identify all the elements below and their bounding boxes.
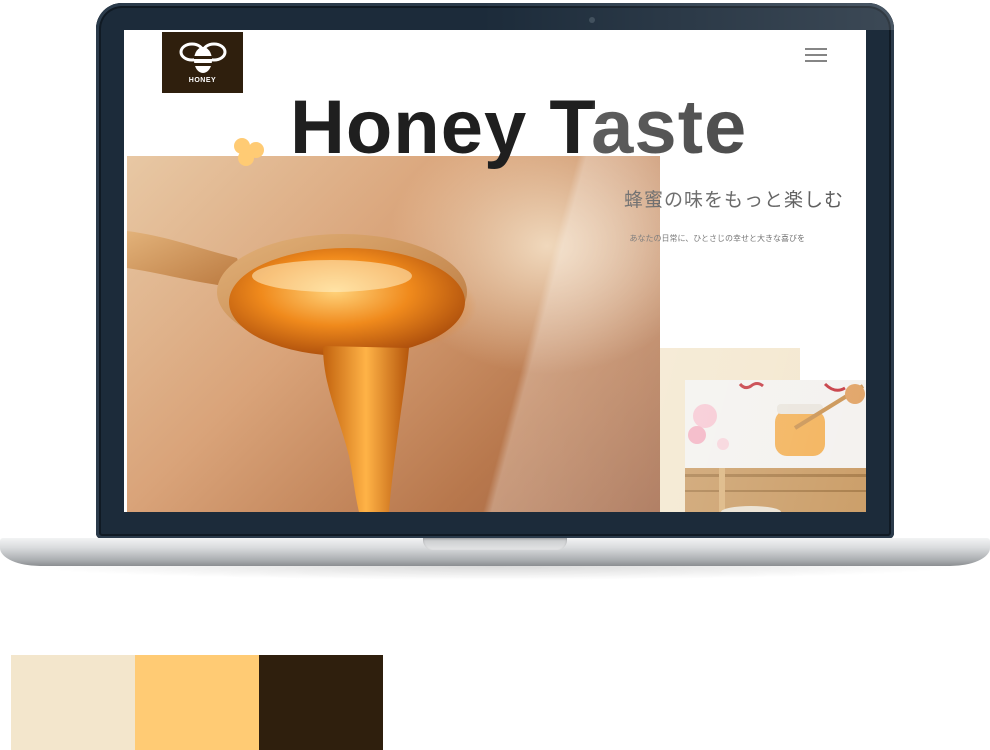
laptop-shadow xyxy=(20,566,970,580)
hamburger-line xyxy=(805,60,827,62)
color-palette xyxy=(11,655,383,750)
hamburger-line xyxy=(805,54,827,56)
honey-jar-icon xyxy=(685,380,866,512)
hero-title: Honey Taste xyxy=(290,85,748,170)
mockup-stage: HONEY Honey Taste 蜂蜜の味をもっと楽しむ あなたの日常に、ひと… xyxy=(0,0,990,750)
hero-subtitle: 蜂蜜の味をもっと楽しむ xyxy=(623,189,844,211)
logo-text: HONEY xyxy=(188,77,217,84)
swatch-cream xyxy=(11,655,135,750)
honey-jar-photo xyxy=(685,380,866,512)
hamburger-menu-icon xyxy=(805,48,827,50)
swatch-dark-brown xyxy=(259,655,383,750)
bee-icon xyxy=(179,42,227,73)
hero-tagline: あなたの日常に、ひとさじの幸せと大きな喜びを xyxy=(629,234,805,243)
honey-logo[interactable]: HONEY xyxy=(162,32,243,93)
honeycomb-dots-icon xyxy=(234,138,264,166)
website-screen: HONEY Honey Taste 蜂蜜の味をもっと楽しむ あなたの日常に、ひと… xyxy=(124,30,866,512)
swatch-honey-yellow xyxy=(135,655,259,750)
laptop-notch xyxy=(423,538,567,550)
hamburger-menu-button[interactable] xyxy=(803,46,829,64)
camera-dot xyxy=(589,17,595,23)
